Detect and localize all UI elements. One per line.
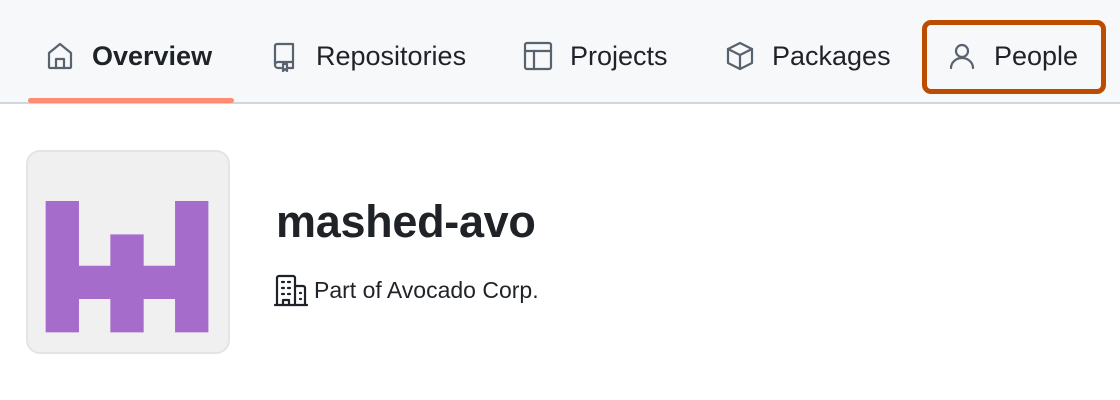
package-icon (726, 41, 754, 71)
tab-label: Repositories (316, 40, 467, 71)
org-name: mashed-avo (276, 196, 536, 247)
home-icon (47, 42, 73, 70)
org-nav-bar: Overview Repositories Projects Packages (0, 0, 1120, 104)
tab-repositories[interactable]: Repositories (268, 20, 466, 92)
tab-label: Packages (772, 40, 891, 71)
table-icon (523, 41, 553, 71)
tab-projects[interactable]: Projects (522, 20, 668, 92)
selected-tab-underline (28, 98, 234, 103)
org-avatar[interactable] (26, 150, 230, 354)
people-tab-highlight (922, 20, 1106, 94)
repo-icon (273, 42, 295, 72)
tab-label: Projects (570, 40, 668, 71)
tab-label: Overview (92, 40, 213, 71)
tab-overview[interactable]: Overview (44, 20, 212, 92)
enterprise-membership[interactable]: Part of Avocado Corp. (274, 272, 539, 308)
enterprise-label: Part of Avocado Corp. (314, 276, 539, 303)
tab-packages[interactable]: Packages (724, 20, 891, 92)
organization-icon (274, 274, 308, 307)
org-logo (45, 201, 209, 333)
